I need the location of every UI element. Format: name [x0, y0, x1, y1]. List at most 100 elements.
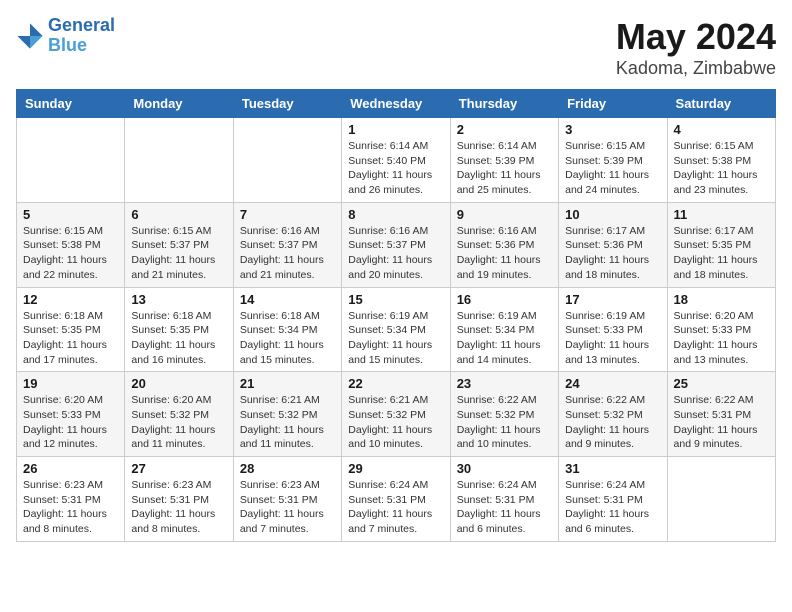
calendar-table: SundayMondayTuesdayWednesdayThursdayFrid…	[16, 89, 776, 542]
day-info: Sunrise: 6:20 AM Sunset: 5:33 PM Dayligh…	[674, 309, 769, 368]
day-info: Sunrise: 6:16 AM Sunset: 5:37 PM Dayligh…	[240, 224, 335, 283]
calendar-cell: 7Sunrise: 6:16 AM Sunset: 5:37 PM Daylig…	[233, 202, 341, 287]
day-info: Sunrise: 6:18 AM Sunset: 5:35 PM Dayligh…	[23, 309, 118, 368]
calendar-cell	[233, 118, 341, 203]
weekday-header-saturday: Saturday	[667, 90, 775, 118]
calendar-cell: 18 Sunrise: 6:20 AM Sunset: 5:33 PM Dayli…	[667, 287, 775, 372]
day-info: Sunrise: 6:20 AM Sunset: 5:33 PM Dayligh…	[23, 393, 118, 452]
month-title: May 2024	[616, 16, 776, 58]
day-info: Sunrise: 6:23 AM Sunset: 5:31 PM Dayligh…	[240, 478, 335, 537]
calendar-cell	[17, 118, 125, 203]
calendar-cell: 14 Sunrise: 6:18 AM Sunset: 5:34 PM Dayli…	[233, 287, 341, 372]
calendar-cell: 8 Sunrise: 6:16 AM Sunset: 5:37 PM Daylig…	[342, 202, 450, 287]
day-number: 29	[348, 461, 443, 476]
weekday-header-row: SundayMondayTuesdayWednesdayThursdayFrid…	[17, 90, 776, 118]
day-info: Sunrise: 6:15 AM Sunset: 5:37 PM Dayligh…	[131, 224, 226, 283]
calendar-cell: 2 Sunrise: 6:14 AM Sunset: 5:39 PM Daylig…	[450, 118, 558, 203]
calendar-cell: 27Sunrise: 6:23 AM Sunset: 5:31 PM Dayli…	[125, 457, 233, 542]
day-info: Sunrise: 6:24 AM Sunset: 5:31 PM Dayligh…	[457, 478, 552, 537]
calendar-cell: 29 Sunrise: 6:24 AM Sunset: 5:31 PM Dayli…	[342, 457, 450, 542]
calendar-cell: 21 Sunrise: 6:21 AM Sunset: 5:32 PM Dayli…	[233, 372, 341, 457]
calendar-week-row: 12 Sunrise: 6:18 AM Sunset: 5:35 PM Dayli…	[17, 287, 776, 372]
calendar-cell: 6 Sunrise: 6:15 AM Sunset: 5:37 PM Daylig…	[125, 202, 233, 287]
day-info: Sunrise: 6:16 AM Sunset: 5:36 PM Dayligh…	[457, 224, 552, 283]
calendar-cell: 9Sunrise: 6:16 AM Sunset: 5:36 PM Daylig…	[450, 202, 558, 287]
day-info: Sunrise: 6:23 AM Sunset: 5:31 PM Dayligh…	[23, 478, 118, 537]
day-info: Sunrise: 6:14 AM Sunset: 5:39 PM Dayligh…	[457, 139, 552, 198]
calendar-cell: 4 Sunrise: 6:15 AM Sunset: 5:38 PM Daylig…	[667, 118, 775, 203]
day-number: 18	[674, 292, 769, 307]
day-number: 24	[565, 376, 660, 391]
calendar-week-row: 1Sunrise: 6:14 AM Sunset: 5:40 PM Daylig…	[17, 118, 776, 203]
weekday-header-thursday: Thursday	[450, 90, 558, 118]
day-number: 14	[240, 292, 335, 307]
day-info: Sunrise: 6:22 AM Sunset: 5:32 PM Dayligh…	[565, 393, 660, 452]
day-number: 6	[131, 207, 226, 222]
calendar-cell: 31 Sunrise: 6:24 AM Sunset: 5:31 PM Dayli…	[559, 457, 667, 542]
day-info: Sunrise: 6:22 AM Sunset: 5:32 PM Dayligh…	[457, 393, 552, 452]
weekday-header-friday: Friday	[559, 90, 667, 118]
day-number: 5	[23, 207, 118, 222]
day-number: 21	[240, 376, 335, 391]
day-number: 15	[348, 292, 443, 307]
day-number: 12	[23, 292, 118, 307]
calendar-cell: 3 Sunrise: 6:15 AM Sunset: 5:39 PM Daylig…	[559, 118, 667, 203]
day-info: Sunrise: 6:18 AM Sunset: 5:35 PM Dayligh…	[131, 309, 226, 368]
calendar-cell: 23 Sunrise: 6:22 AM Sunset: 5:32 PM Dayli…	[450, 372, 558, 457]
day-info: Sunrise: 6:21 AM Sunset: 5:32 PM Dayligh…	[348, 393, 443, 452]
calendar-cell: 15Sunrise: 6:19 AM Sunset: 5:34 PM Dayli…	[342, 287, 450, 372]
day-number: 13	[131, 292, 226, 307]
day-info: Sunrise: 6:19 AM Sunset: 5:33 PM Dayligh…	[565, 309, 660, 368]
weekday-header-tuesday: Tuesday	[233, 90, 341, 118]
day-number: 16	[457, 292, 552, 307]
day-info: Sunrise: 6:17 AM Sunset: 5:36 PM Dayligh…	[565, 224, 660, 283]
calendar-week-row: 5 Sunrise: 6:15 AM Sunset: 5:38 PM Daylig…	[17, 202, 776, 287]
day-number: 28	[240, 461, 335, 476]
calendar-cell: 22 Sunrise: 6:21 AM Sunset: 5:32 PM Dayli…	[342, 372, 450, 457]
calendar-cell: 11Sunrise: 6:17 AM Sunset: 5:35 PM Dayli…	[667, 202, 775, 287]
day-info: Sunrise: 6:24 AM Sunset: 5:31 PM Dayligh…	[565, 478, 660, 537]
calendar-cell: 30 Sunrise: 6:24 AM Sunset: 5:31 PM Dayli…	[450, 457, 558, 542]
calendar-cell: 13 Sunrise: 6:18 AM Sunset: 5:35 PM Dayli…	[125, 287, 233, 372]
day-number: 25	[674, 376, 769, 391]
calendar-cell: 1Sunrise: 6:14 AM Sunset: 5:40 PM Daylig…	[342, 118, 450, 203]
day-info: Sunrise: 6:18 AM Sunset: 5:34 PM Dayligh…	[240, 309, 335, 368]
logo-icon	[16, 22, 44, 50]
title-block: May 2024 Kadoma, Zimbabwe	[616, 16, 776, 79]
day-info: Sunrise: 6:15 AM Sunset: 5:39 PM Dayligh…	[565, 139, 660, 198]
weekday-header-sunday: Sunday	[17, 90, 125, 118]
weekday-header-wednesday: Wednesday	[342, 90, 450, 118]
calendar-cell: 24 Sunrise: 6:22 AM Sunset: 5:32 PM Dayli…	[559, 372, 667, 457]
day-number: 22	[348, 376, 443, 391]
day-info: Sunrise: 6:24 AM Sunset: 5:31 PM Dayligh…	[348, 478, 443, 537]
day-info: Sunrise: 6:15 AM Sunset: 5:38 PM Dayligh…	[674, 139, 769, 198]
day-info: Sunrise: 6:22 AM Sunset: 5:31 PM Dayligh…	[674, 393, 769, 452]
day-info: Sunrise: 6:16 AM Sunset: 5:37 PM Dayligh…	[348, 224, 443, 283]
day-number: 17	[565, 292, 660, 307]
day-number: 23	[457, 376, 552, 391]
day-number: 20	[131, 376, 226, 391]
day-number: 8	[348, 207, 443, 222]
calendar-cell: 20Sunrise: 6:20 AM Sunset: 5:32 PM Dayli…	[125, 372, 233, 457]
day-info: Sunrise: 6:23 AM Sunset: 5:31 PM Dayligh…	[131, 478, 226, 537]
calendar-cell: 5 Sunrise: 6:15 AM Sunset: 5:38 PM Daylig…	[17, 202, 125, 287]
calendar-cell: 25 Sunrise: 6:22 AM Sunset: 5:31 PM Dayli…	[667, 372, 775, 457]
day-info: Sunrise: 6:21 AM Sunset: 5:32 PM Dayligh…	[240, 393, 335, 452]
logo-text: General Blue	[48, 16, 115, 56]
calendar-cell: 10Sunrise: 6:17 AM Sunset: 5:36 PM Dayli…	[559, 202, 667, 287]
day-number: 2	[457, 122, 552, 137]
calendar-cell: 26 Sunrise: 6:23 AM Sunset: 5:31 PM Dayli…	[17, 457, 125, 542]
day-number: 3	[565, 122, 660, 137]
day-number: 19	[23, 376, 118, 391]
calendar-week-row: 19 Sunrise: 6:20 AM Sunset: 5:33 PM Dayli…	[17, 372, 776, 457]
day-number: 4	[674, 122, 769, 137]
day-info: Sunrise: 6:15 AM Sunset: 5:38 PM Dayligh…	[23, 224, 118, 283]
day-info: Sunrise: 6:14 AM Sunset: 5:40 PM Dayligh…	[348, 139, 443, 198]
day-info: Sunrise: 6:19 AM Sunset: 5:34 PM Dayligh…	[457, 309, 552, 368]
calendar-cell: 28 Sunrise: 6:23 AM Sunset: 5:31 PM Dayli…	[233, 457, 341, 542]
day-number: 26	[23, 461, 118, 476]
day-info: Sunrise: 6:17 AM Sunset: 5:35 PM Dayligh…	[674, 224, 769, 283]
day-number: 30	[457, 461, 552, 476]
calendar-cell	[667, 457, 775, 542]
day-number: 31	[565, 461, 660, 476]
